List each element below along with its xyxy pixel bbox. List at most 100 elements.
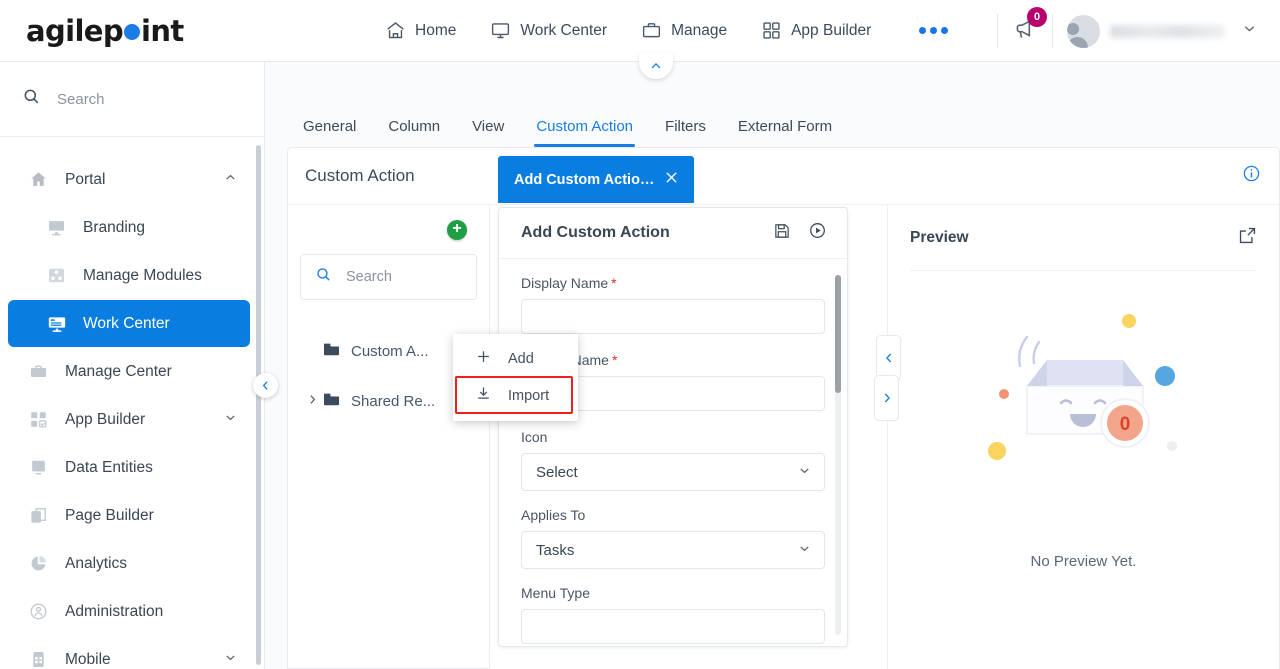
play-icon[interactable]	[808, 221, 827, 245]
tab-filters[interactable]: Filters	[649, 118, 722, 147]
announcements-button[interactable]: 0	[1012, 6, 1047, 47]
tab-general[interactable]: General	[287, 118, 372, 147]
field-label-display-name: Display Name *	[521, 275, 825, 291]
external-link-icon[interactable]	[1238, 226, 1257, 250]
header-collapse-button[interactable]	[639, 52, 673, 79]
field-label-menu-type: Menu Type	[521, 585, 591, 601]
chevron-down-icon[interactable]	[223, 410, 238, 430]
sidebar-item-data-entities[interactable]: Data Entities	[8, 444, 250, 491]
empty-state-illustration: 0	[969, 299, 1199, 554]
preview-pane: Preview 0 No Preview Yet.	[874, 205, 1279, 669]
sidebar-item-label: Mobile	[65, 650, 111, 668]
form-fields: Display Name* Internal Name* Icon Select	[499, 259, 847, 647]
dot-3-icon	[941, 27, 949, 34]
briefcase-icon	[28, 361, 49, 382]
field-label-icon: Icon	[521, 429, 548, 445]
sidebar-item-work-center[interactable]: Work Center	[8, 300, 250, 347]
sidebar-item-app-builder[interactable]: App Builder	[8, 396, 250, 443]
dot-1-icon	[919, 27, 927, 34]
sidebar-item-administration[interactable]: Administration	[8, 588, 250, 635]
search-icon	[315, 266, 332, 288]
tree-pane: + Search Custom A... Shared Re...	[288, 205, 490, 669]
tab-column[interactable]: Column	[372, 118, 456, 147]
tree-search-input[interactable]: Search	[300, 254, 477, 300]
preview-pane-expand-button[interactable]	[874, 375, 899, 421]
chevron-up-icon[interactable]	[223, 170, 238, 190]
tree-context-menu: Add Import	[453, 334, 578, 421]
avatar-body-icon	[1067, 36, 1088, 48]
form-tab-title: Add Custom Actio…	[514, 171, 653, 188]
context-menu-item-import[interactable]: Import	[453, 377, 578, 414]
save-icon[interactable]	[773, 222, 791, 245]
topnav-item-home[interactable]: Home	[385, 20, 456, 41]
brand-logo[interactable]: agilep int	[0, 0, 265, 62]
sidebar-item-manage-modules[interactable]: Manage Modules	[8, 252, 250, 299]
sidebar-collapse-button[interactable]	[253, 373, 278, 398]
tab-view[interactable]: View	[456, 118, 520, 147]
sidebar-item-analytics[interactable]: Analytics	[8, 540, 250, 587]
chevron-left-icon	[885, 353, 891, 363]
home-icon	[28, 169, 49, 190]
chevron-right-icon[interactable]	[306, 393, 322, 410]
icon-select[interactable]: Select	[521, 453, 825, 491]
topnav-item-app-builder[interactable]: App Builder	[761, 20, 871, 41]
tree-row-label: Shared Re...	[351, 392, 436, 410]
main-content: General Column View Custom Action Filter…	[265, 52, 1280, 669]
close-icon[interactable]	[663, 169, 680, 190]
sidebar-item-mobile[interactable]: Mobile	[8, 636, 250, 669]
sidebar-item-portal[interactable]: Portal	[8, 156, 250, 203]
add-folder-button[interactable]: +	[447, 219, 467, 240]
pie-chart-icon	[28, 553, 49, 574]
sidebar-item-label: Administration	[65, 602, 164, 620]
chevron-down-icon	[797, 541, 812, 560]
add-custom-action-form: Add Custom Action Display Name * Name * …	[498, 207, 848, 647]
form-tab-header[interactable]: Add Custom Actio…	[498, 156, 694, 203]
user-name-label	[1110, 24, 1225, 38]
sidebar-search-placeholder: Search	[57, 90, 105, 108]
form-scrollbar-thumb[interactable]	[835, 275, 841, 393]
sidebar-item-manage-center[interactable]: Manage Center	[8, 348, 250, 395]
tree-row-label: Custom A...	[351, 342, 429, 360]
applies-to-select[interactable]: Tasks	[521, 531, 825, 569]
topnav-label-app-builder: App Builder	[791, 21, 872, 39]
chevron-down-icon	[797, 463, 812, 482]
preview-header: Preview	[910, 205, 1257, 271]
topnav-item-work-center[interactable]: Work Center	[490, 20, 607, 41]
chevron-left-icon	[262, 381, 268, 390]
tab-custom-action[interactable]: Custom Action	[520, 118, 649, 147]
sidebar-scrollbar[interactable]	[256, 145, 261, 665]
brand-dot-icon	[124, 23, 141, 40]
form-scrollbar[interactable]	[835, 275, 841, 635]
required-marker: *	[611, 275, 617, 291]
home-icon	[385, 20, 406, 41]
applies-to-value: Tasks	[536, 541, 575, 559]
avatar-head-icon	[1067, 22, 1079, 35]
sidebar-item-label: Data Entities	[65, 458, 153, 476]
form-header-actions	[773, 221, 827, 245]
topnav-more-button[interactable]	[919, 27, 949, 34]
topnav-item-manage[interactable]: Manage	[641, 20, 727, 41]
top-navigation: Home Work Center Manage App Builder	[385, 20, 949, 41]
branding-icon	[46, 217, 67, 238]
sidebar-item-label: Portal	[65, 170, 106, 188]
top-bar-right: 0	[983, 0, 1280, 62]
brand-text-before: agilep	[26, 13, 124, 48]
menu-type-input[interactable]	[521, 609, 825, 644]
context-menu-item-add[interactable]: Add	[453, 340, 578, 377]
avatar	[1067, 14, 1100, 48]
tab-external-form[interactable]: External Form	[722, 118, 848, 147]
chevron-down-icon[interactable]	[1241, 20, 1258, 42]
empty-badge-count: 0	[1119, 414, 1130, 435]
chevron-down-icon[interactable]	[223, 650, 238, 669]
page-title: Custom Action	[305, 166, 415, 185]
info-icon[interactable]	[1242, 164, 1261, 188]
sidebar-item-page-builder[interactable]: Page Builder	[8, 492, 250, 539]
required-marker: *	[611, 352, 618, 368]
announcements-badge: 0	[1027, 6, 1047, 27]
display-name-input[interactable]	[521, 299, 825, 334]
user-menu[interactable]	[1067, 14, 1280, 48]
panes-container: + Search Custom A... Shared Re... Add Cu…	[288, 156, 1279, 669]
sidebar-search[interactable]: Search	[0, 62, 264, 137]
form-title: Add Custom Action	[521, 224, 670, 241]
sidebar-item-branding[interactable]: Branding	[8, 204, 250, 251]
